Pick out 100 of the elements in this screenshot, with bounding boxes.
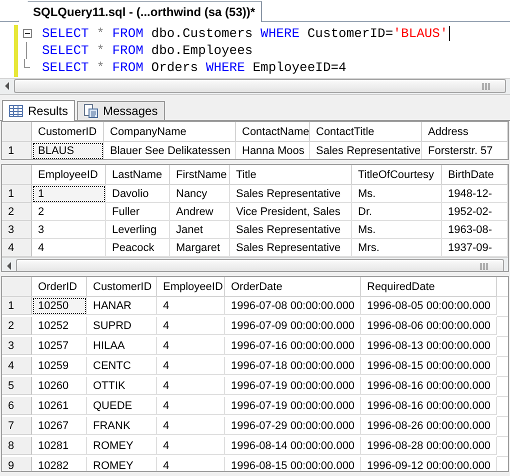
scroll-left-arrow-icon[interactable]	[4, 82, 10, 90]
column-header[interactable]: EmployeeID	[32, 165, 106, 186]
table-cell[interactable]: Ms.	[352, 221, 442, 240]
table-cell[interactable]: Dr.	[352, 203, 442, 222]
row-number[interactable]: 1	[2, 185, 32, 204]
table-cell[interactable]: 1996-08-06 00:00:00.000	[361, 317, 497, 336]
row-number[interactable]: 4	[2, 357, 32, 376]
table-cell[interactable]: 1996-08-16 00:00:00.000	[361, 397, 497, 416]
table-cell[interactable]: 1996-07-16 00:00:00.000	[225, 337, 361, 356]
table-cell[interactable]: 4	[157, 417, 225, 436]
table-cell[interactable]: 1996-08-14 00:00:00.000	[225, 437, 361, 456]
column-header[interactable]: CustomerID	[87, 277, 157, 298]
table-cell[interactable]: 3	[32, 221, 106, 240]
row-number[interactable]: 5	[2, 377, 32, 396]
table-cell[interactable]: CENTC	[87, 357, 157, 376]
column-header[interactable]: LastName	[106, 165, 170, 186]
column-header[interactable]: Title	[230, 165, 352, 186]
table-cell[interactable]: 1996-07-09 00:00:00.000	[225, 317, 361, 336]
column-header[interactable]: ContactName	[236, 122, 310, 142]
column-header[interactable]: CompanyName	[104, 122, 236, 142]
table-cell[interactable]: 4	[157, 437, 225, 456]
table-cell[interactable]: 10281	[32, 437, 87, 456]
collapse-icon[interactable]	[22, 29, 32, 38]
table-cell[interactable]: Sales Representative	[310, 142, 422, 160]
row-number[interactable]: 7	[2, 417, 32, 436]
horizontal-scrollbar[interactable]	[2, 257, 508, 272]
row-number[interactable]: 3	[2, 221, 32, 240]
table-cell[interactable]: 10282	[32, 457, 87, 471]
table-cell[interactable]: 10261	[32, 397, 87, 416]
column-header[interactable]: FirstName	[170, 165, 230, 186]
table-cell[interactable]: 1996-07-19 00:00:00.000	[225, 397, 361, 416]
table-cell[interactable]: Davolio	[106, 185, 170, 204]
table-cell[interactable]: Sales Representative	[230, 185, 352, 204]
table-cell[interactable]: 1996-07-29 00:00:00.000	[225, 417, 361, 436]
table-cell[interactable]: 1996-08-13 00:00:00.000	[361, 337, 497, 356]
table-cell[interactable]: Fuller	[106, 203, 170, 222]
column-header[interactable]: ContactTitle	[310, 122, 422, 142]
table-cell[interactable]: FRANK	[87, 417, 157, 436]
table-cell[interactable]: 1996-09-12 00:00:00.000	[361, 457, 497, 471]
table-cell[interactable]: SUPRD	[87, 317, 157, 336]
column-header[interactable]: TitleOfCourtesy	[352, 165, 442, 186]
horizontal-scrollbar[interactable]	[0, 78, 510, 96]
table-cell[interactable]: Forsterstr. 57	[422, 142, 508, 160]
scrollbar-thumb[interactable]	[16, 259, 504, 272]
table-cell[interactable]: Leverling	[106, 221, 170, 240]
scroll-left-arrow-icon[interactable]	[6, 262, 12, 270]
table-cell[interactable]: Janet	[170, 221, 230, 240]
column-header[interactable]: EmployeeID	[157, 277, 225, 298]
table-cell[interactable]: Blauer See Delikatessen	[104, 142, 236, 160]
row-number[interactable]: 1	[2, 142, 32, 160]
result-tab[interactable]: Results	[2, 100, 76, 122]
table-cell[interactable]: Hanna Moos	[236, 142, 310, 160]
row-number[interactable]: 2	[2, 317, 32, 336]
result-tab[interactable]: Messages	[77, 101, 165, 120]
table-cell[interactable]: 4	[157, 337, 225, 356]
row-number[interactable]: 8	[2, 437, 32, 456]
table-cell[interactable]: 4	[157, 317, 225, 336]
table-cell[interactable]: QUEDE	[87, 397, 157, 416]
table-cell[interactable]: 4	[157, 397, 225, 416]
column-header[interactable]: OrderID	[32, 277, 87, 298]
table-cell[interactable]: OTTIK	[87, 377, 157, 396]
table-cell[interactable]: Andrew	[170, 203, 230, 222]
table-cell[interactable]: ROMEY	[87, 457, 157, 471]
table-cell[interactable]: Nancy	[170, 185, 230, 204]
table-cell[interactable]: 1996-08-15 00:00:00.000	[361, 357, 497, 376]
column-header[interactable]: RequiredDate	[361, 277, 497, 298]
table-cell[interactable]: 1	[32, 185, 106, 204]
table-cell[interactable]: 4	[157, 457, 225, 471]
table-cell[interactable]: 10260	[32, 377, 87, 396]
table-cell[interactable]: 1996-07-18 00:00:00.000	[225, 357, 361, 376]
table-cell[interactable]: 1996-08-28 00:00:00.000	[361, 437, 497, 456]
table-cell[interactable]: 4	[157, 357, 225, 376]
row-number[interactable]: 2	[2, 203, 32, 222]
row-number[interactable]: 3	[2, 337, 32, 356]
table-cell[interactable]: 1996-08-05 00:00:00.000	[361, 297, 497, 316]
row-number[interactable]: 9	[2, 457, 32, 471]
table-cell[interactable]: HILAA	[87, 337, 157, 356]
row-number[interactable]: 4	[2, 239, 32, 258]
table-cell[interactable]: 2	[32, 203, 106, 222]
table-cell[interactable]: 4	[157, 297, 225, 316]
table-cell[interactable]: 10267	[32, 417, 87, 436]
column-header[interactable]: OrderDate	[225, 277, 361, 298]
table-cell[interactable]: 1996-08-26 00:00:00.000	[361, 417, 497, 436]
table-cell[interactable]: 1948-12-	[442, 185, 508, 204]
scrollbar-thumb[interactable]	[14, 79, 506, 94]
table-cell[interactable]: 1952-02-	[442, 203, 508, 222]
table-cell[interactable]: ROMEY	[87, 437, 157, 456]
table-cell[interactable]: 10257	[32, 337, 87, 356]
row-number[interactable]: 6	[2, 397, 32, 416]
table-cell[interactable]: 1996-07-08 00:00:00.000	[225, 297, 361, 316]
table-cell[interactable]: 1996-08-16 00:00:00.000	[361, 377, 497, 396]
document-tab[interactable]: SQLQuery11.sql - (...orthwind (sa (53))*	[18, 1, 262, 22]
row-number[interactable]: 1	[2, 297, 32, 316]
table-cell[interactable]: 1996-07-19 00:00:00.000	[225, 377, 361, 396]
column-header[interactable]: CustomerID	[32, 122, 104, 142]
table-cell[interactable]: Ms.	[352, 185, 442, 204]
table-cell[interactable]: 4	[157, 377, 225, 396]
table-cell[interactable]: 10250	[32, 297, 87, 316]
table-cell[interactable]: HANAR	[87, 297, 157, 316]
column-header[interactable]: Address	[422, 122, 508, 142]
